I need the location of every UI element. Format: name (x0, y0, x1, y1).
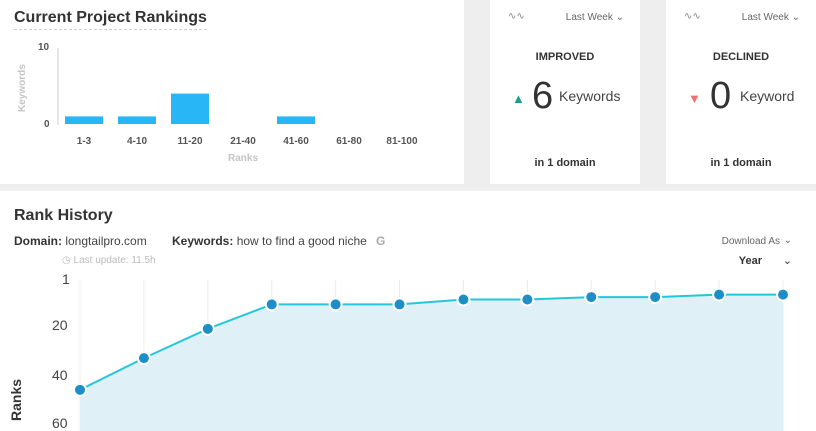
improved-panel: ∿∿ Last Week ⌄ IMPROVED ▲ 6 Keywords in … (490, 0, 640, 184)
rank-point[interactable] (392, 297, 407, 312)
declined-panel: ∿∿ Last Week ⌄ DECLINED ▼ 0 Keyword in 1… (666, 0, 816, 184)
rank-history-panel: Rank History Domain: longtailpro.com Key… (0, 191, 816, 431)
rank-category-label: 61-80 (336, 136, 362, 147)
rank-area (80, 294, 783, 431)
improved-unit: Keywords (559, 88, 621, 104)
rankings-panel: Current Project Rankings Keywords 10 0 1… (0, 0, 464, 184)
arrow-up-icon: ▲ (512, 91, 525, 106)
rank-point[interactable] (328, 297, 343, 312)
improved-period-select[interactable]: Last Week ⌄ (566, 12, 624, 23)
rank-category-label: 41-60 (283, 136, 309, 147)
declined-unit: Keyword (740, 88, 795, 104)
rank-bar-4-10 (118, 116, 156, 124)
rankings-xlabel: Ranks (228, 153, 259, 164)
rank-history-chart (73, 280, 790, 431)
trend-icon: ∿∿ (508, 11, 525, 22)
declined-footer: in 1 domain (710, 157, 772, 169)
rank-point[interactable] (200, 321, 215, 336)
rank-point[interactable] (776, 287, 790, 302)
declined-count: 0 (710, 75, 732, 117)
improved-footer: in 1 domain (534, 157, 596, 169)
rank-bar-41-60 (277, 116, 315, 124)
rank-category-label: 4-10 (126, 136, 147, 147)
rank-point[interactable] (264, 297, 279, 312)
rank-point[interactable] (712, 287, 727, 302)
rank-bar-1-3 (65, 116, 103, 124)
rank-ytick-60: 60 (52, 415, 68, 431)
declined-period-select[interactable]: Last Week ⌄ (742, 12, 800, 23)
rank-category-label: 1-3 (76, 136, 92, 147)
rank-point[interactable] (73, 382, 87, 397)
improved-count: 6 (532, 75, 554, 117)
rank-point[interactable] (456, 292, 471, 307)
rank-ytick-1: 1 (62, 271, 70, 287)
rank-bar-11-20 (171, 93, 209, 124)
trend-icon: ∿∿ (684, 11, 701, 22)
rank-category-label: 11-20 (177, 136, 203, 147)
arrow-down-icon: ▼ (688, 91, 701, 106)
rank-point[interactable] (136, 351, 151, 366)
rank-point[interactable] (584, 290, 599, 305)
rank-category-label: 21-40 (230, 136, 256, 147)
improved-heading: IMPROVED (535, 51, 595, 63)
rank-point[interactable] (520, 292, 535, 307)
rank-category-label: 81-100 (386, 136, 418, 147)
rank-ytick-40: 40 (52, 367, 68, 383)
declined-heading: DECLINED (712, 51, 770, 63)
rank-ytick-20: 20 (52, 317, 68, 333)
rank-point[interactable] (648, 290, 663, 305)
rank-ylabel: Ranks (8, 378, 24, 421)
